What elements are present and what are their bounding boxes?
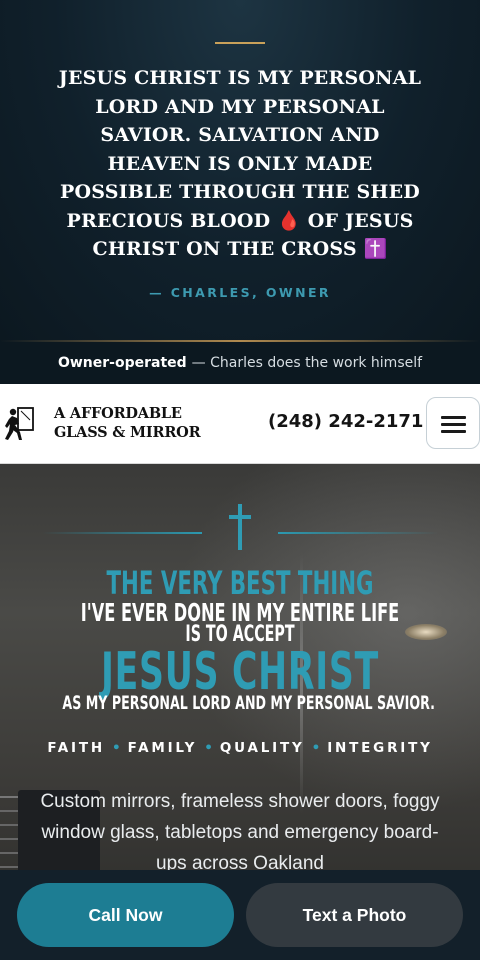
quote-line: POSSIBLE THROUGH THE SHED xyxy=(60,181,420,203)
testimony-quote: JESUS CHRIST IS MY PERSONAL LORD AND MY … xyxy=(40,64,440,264)
menu-button[interactable] xyxy=(426,397,480,449)
quote-line: SAVIOR. SALVATION AND xyxy=(100,124,380,146)
business-logo-text[interactable]: A AFFORDABLE GLASS & MIRROR xyxy=(54,404,224,442)
logo-line-2: GLASS & MIRROR xyxy=(54,424,201,441)
hamburger-icon xyxy=(441,416,466,419)
value-integrity: INTEGRITY xyxy=(327,740,433,756)
site-header: A AFFORDABLE GLASS & MIRROR (248) 242-21… xyxy=(0,384,480,464)
quote-line: HEAVEN IS ONLY MADE xyxy=(107,152,373,175)
cross-icon xyxy=(229,504,251,550)
quote-line: JESUS CHRIST IS MY PERSONAL xyxy=(58,67,422,89)
value-separator-dot: • xyxy=(204,740,213,756)
owner-operated-label: Owner-operated xyxy=(57,355,187,371)
value-quality: QUALITY xyxy=(219,740,305,756)
quote-line: LORD AND MY PERSONAL xyxy=(95,95,385,118)
phone-number-link[interactable]: (248) 242-2171 xyxy=(268,411,423,432)
hero-description: Custom mirrors, frameless shower doors, … xyxy=(40,791,440,874)
glass-carrier-logo-icon xyxy=(5,407,34,440)
value-faith: FAITH xyxy=(47,740,105,756)
hamburger-icon xyxy=(441,430,466,433)
core-values-list: FAITH • FAMILY • QUALITY • INTEGRITY xyxy=(0,740,480,756)
call-now-button[interactable]: Call Now xyxy=(17,883,234,947)
owner-operated-text: — Charles does the work himself xyxy=(191,355,423,371)
gold-accent-rule xyxy=(215,42,265,44)
hero-headline-line-5: AS MY PERSONAL LORD AND MY PERSONAL SAVI… xyxy=(62,692,435,714)
quote-line: CHRIST ON THE CROSS ✝️ xyxy=(92,238,388,260)
value-family: FAMILY xyxy=(127,740,198,756)
logo-line-1: A AFFORDABLE xyxy=(54,405,182,422)
quote-author: — CHARLES, OWNER xyxy=(149,285,331,300)
hero-headline-line-1: THE VERY BEST THING xyxy=(106,564,374,602)
value-separator-dot: • xyxy=(311,740,321,756)
text-a-photo-button[interactable]: Text a Photo xyxy=(246,883,463,947)
cross-divider-right xyxy=(278,532,438,534)
sticky-cta-bar: Call Now Text a Photo xyxy=(0,870,480,960)
testimony-quote-section: JESUS CHRIST IS MY PERSONAL LORD AND MY … xyxy=(0,0,480,342)
owner-operated-banner: Owner-operated — Charles does the work h… xyxy=(0,342,480,384)
quote-line: PRECIOUS BLOOD 🩸 OF JESUS xyxy=(66,209,414,232)
cross-divider-left xyxy=(42,532,202,534)
value-separator-dot: • xyxy=(111,740,121,756)
hamburger-icon xyxy=(441,423,466,426)
